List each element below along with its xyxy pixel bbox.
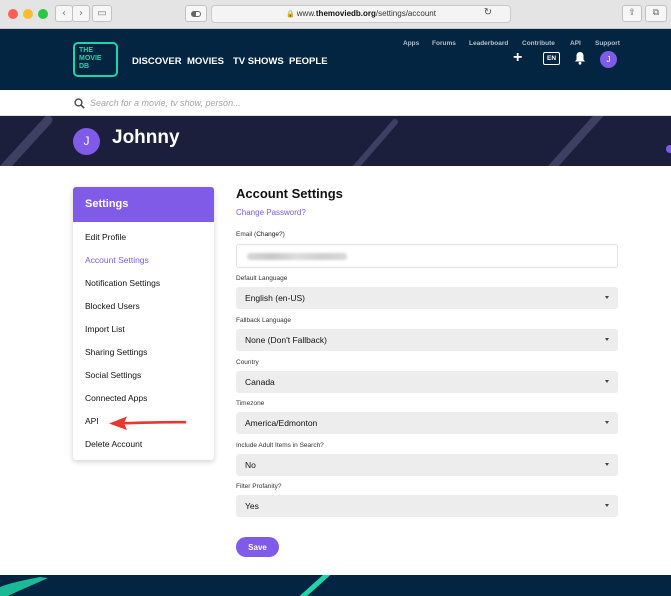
menu-item-account-settings[interactable]: Account Settings	[73, 254, 214, 277]
default-language-label: Default Language	[236, 275, 288, 282]
back-button[interactable]: ‹	[55, 5, 73, 22]
site-header: THE MOVIE DB DISCOVER MOVIES TV SHOWS PE…	[0, 29, 671, 90]
search-bar	[0, 90, 671, 116]
menu-item-connected-apps[interactable]: Connected Apps	[73, 392, 214, 415]
select-value: Yes	[245, 501, 259, 511]
url-prefix: www.	[296, 9, 316, 18]
share-icon: ⇧	[628, 8, 636, 18]
chevron-down-icon	[605, 296, 609, 299]
change-password-link[interactable]: Change Password?	[236, 208, 618, 217]
zoom-window-button[interactable]	[38, 9, 48, 19]
reload-button[interactable]: ↻	[480, 5, 496, 21]
select-value: America/Edmonton	[245, 418, 318, 428]
nav-tv-shows[interactable]: TV SHOWS	[233, 56, 284, 67]
adult-items-label: Include Adult Items in Search?	[236, 442, 324, 449]
save-button[interactable]: Save	[236, 537, 279, 557]
privacy-icon	[191, 11, 201, 17]
nav-discover[interactable]: DISCOVER	[132, 56, 182, 67]
default-language-select[interactable]: English (en-US)	[236, 287, 618, 309]
menu-item-social-settings[interactable]: Social Settings	[73, 369, 214, 392]
chevron-down-icon	[605, 338, 609, 341]
blurred-email	[247, 253, 347, 260]
banner-decoration	[0, 116, 671, 166]
chevron-right-icon: ›	[79, 8, 83, 19]
subnav-api[interactable]: API	[570, 40, 581, 47]
select-value: No	[245, 460, 256, 470]
language-button[interactable]: EN	[543, 52, 560, 65]
sidebar-icon: ▭	[97, 8, 107, 19]
fallback-language-label: Fallback Language	[236, 317, 291, 324]
email-field[interactable]	[236, 244, 618, 268]
url-path: /settings/account	[375, 9, 436, 18]
share-button[interactable]: ⇧	[622, 5, 642, 22]
email-label: Email (Change?)	[236, 231, 618, 238]
minimize-window-button[interactable]	[23, 9, 33, 19]
subnav-apps[interactable]: Apps	[403, 40, 419, 47]
search-icon	[74, 98, 85, 109]
chevron-down-icon	[605, 380, 609, 383]
nav-movies[interactable]: MOVIES	[187, 56, 224, 67]
adult-items-select[interactable]: No	[236, 454, 618, 476]
account-settings-panel: Account Settings Change Password? Email …	[236, 186, 618, 557]
chevron-down-icon	[605, 463, 609, 466]
sidebar-toggle-button[interactable]: ▭	[92, 5, 112, 22]
menu-item-import-list[interactable]: Import List	[73, 323, 214, 346]
country-select[interactable]: Canada	[236, 371, 618, 393]
address-bar[interactable]: 🔒 www.themoviedb.org/settings/account	[211, 5, 511, 23]
subnav-support[interactable]: Support	[595, 40, 620, 47]
profile-name[interactable]: Johnny	[112, 127, 180, 149]
timezone-select[interactable]: America/Edmonton	[236, 412, 618, 434]
chevron-down-icon	[605, 504, 609, 507]
user-avatar[interactable]: J	[600, 51, 617, 68]
profile-avatar[interactable]: J	[73, 128, 100, 155]
forward-button[interactable]: ›	[72, 5, 90, 22]
subnav-forums[interactable]: Forums	[432, 40, 456, 47]
tmdb-logo[interactable]: THE MOVIE DB	[73, 42, 118, 77]
menu-item-notification-settings[interactable]: Notification Settings	[73, 277, 214, 300]
search-input[interactable]	[90, 95, 490, 111]
subnav-leaderboard[interactable]: Leaderboard	[469, 40, 508, 47]
select-value: Canada	[245, 377, 275, 387]
url-domain: themoviedb.org	[315, 9, 376, 18]
filter-profanity-label: Filter Profanity?	[236, 483, 282, 490]
plus-icon[interactable]: +	[513, 49, 522, 67]
logo-line: DB	[79, 63, 90, 70]
menu-item-delete-account[interactable]: Delete Account	[73, 438, 214, 460]
change-email-link[interactable]: Change?	[256, 231, 282, 238]
menu-item-edit-profile[interactable]: Edit Profile	[73, 231, 214, 254]
bell-icon[interactable]	[574, 51, 586, 65]
annotation-arrow	[109, 416, 187, 430]
email-label-text: Email (	[236, 231, 257, 238]
reload-icon: ↻	[483, 7, 493, 18]
logo-line: THE	[79, 47, 93, 54]
tabs-icon: ⧉	[652, 8, 660, 18]
nav-people[interactable]: PEOPLE	[289, 56, 328, 67]
select-value: None (Don't Fallback)	[245, 335, 327, 345]
menu-item-sharing-settings[interactable]: Sharing Settings	[73, 346, 214, 369]
footer-decoration	[0, 575, 331, 596]
fallback-language-select[interactable]: None (Don't Fallback)	[236, 329, 618, 351]
site-footer	[0, 575, 671, 596]
timezone-label: Timezone	[236, 400, 265, 407]
menu-item-blocked-users[interactable]: Blocked Users	[73, 300, 214, 323]
logo-line: MOVIE	[79, 55, 102, 62]
settings-menu-title: Settings	[73, 187, 214, 222]
subnav-contribute[interactable]: Contribute	[522, 40, 555, 47]
browser-toolbar: ‹ › ▭ 🔒 www.themoviedb.org/settings/accou…	[0, 0, 671, 29]
page-title: Account Settings	[236, 186, 343, 201]
lock-icon: 🔒	[286, 11, 295, 18]
chevron-left-icon: ‹	[62, 8, 66, 19]
select-value: English (en-US)	[245, 293, 305, 303]
profile-banner: J Johnny	[0, 116, 671, 166]
email-label-end: )	[282, 231, 285, 238]
privacy-toggle-button[interactable]	[185, 5, 207, 22]
chevron-down-icon	[605, 421, 609, 424]
country-label: Country	[236, 359, 259, 366]
tabs-overview-button[interactable]: ⧉	[645, 5, 667, 22]
filter-profanity-select[interactable]: Yes	[236, 495, 618, 517]
close-window-button[interactable]	[8, 9, 18, 19]
